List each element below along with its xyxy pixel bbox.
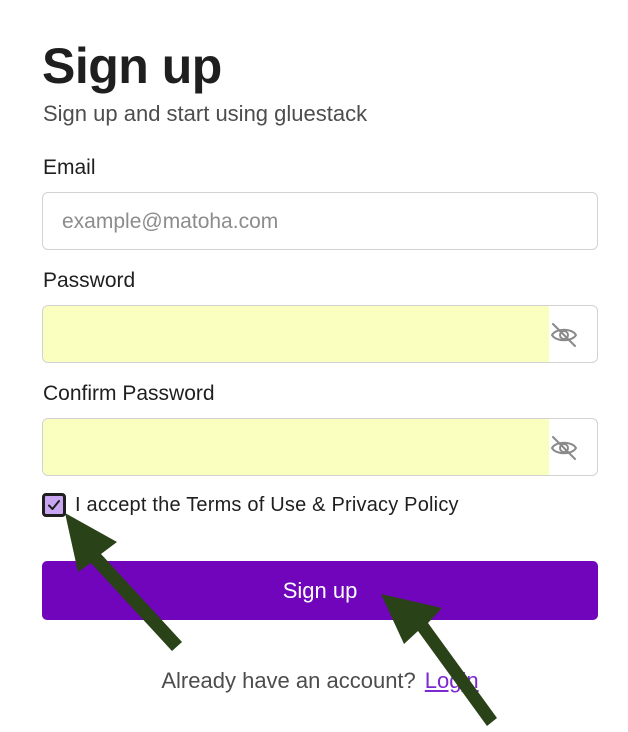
terms-checkbox[interactable]	[42, 493, 66, 517]
password-label: Password	[43, 269, 136, 292]
email-placeholder: example@matoha.com	[62, 210, 279, 233]
login-link[interactable]: Login	[425, 668, 479, 693]
email-field[interactable]: example@matoha.com	[42, 192, 598, 250]
confirm-password-field[interactable]	[42, 418, 598, 476]
eye-off-icon[interactable]	[549, 320, 579, 350]
page-subtitle: Sign up and start using gluestack	[43, 101, 368, 126]
terms-label[interactable]: I accept the Terms of Use & Privacy Poli…	[75, 492, 459, 518]
confirm-password-label: Confirm Password	[43, 382, 215, 405]
password-autofill-highlight	[43, 306, 549, 362]
checkmark-icon	[48, 500, 60, 510]
login-prompt: Already have an account? Login	[0, 667, 628, 695]
confirm-password-autofill-highlight	[43, 419, 549, 475]
page-title: Sign up	[42, 38, 222, 94]
eye-off-icon[interactable]	[549, 433, 579, 463]
email-label: Email	[43, 156, 96, 179]
password-field[interactable]	[42, 305, 598, 363]
login-prompt-text: Already have an account?	[161, 668, 416, 693]
sign-up-button[interactable]: Sign up	[42, 561, 598, 620]
